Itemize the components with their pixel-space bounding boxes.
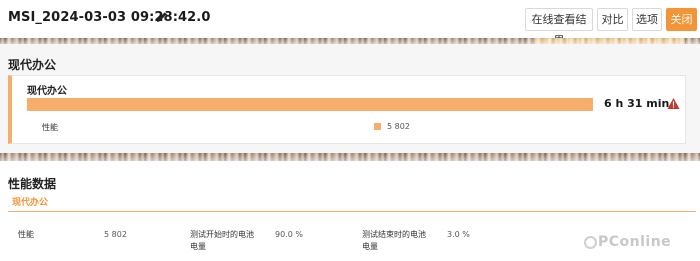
watermark-logo-icon bbox=[584, 236, 597, 249]
summary-section: 现代办公 现代办公 6 h 31 min 性能 5 802 bbox=[0, 44, 700, 153]
summary-section-title: 现代办公 bbox=[8, 58, 57, 72]
decorative-banner-middle bbox=[0, 153, 700, 161]
metric-label: 性能 bbox=[42, 123, 58, 132]
view-online-button[interactable]: 在线查看结果 bbox=[525, 8, 593, 47]
battery-duration: 6 h 31 min bbox=[604, 97, 670, 110]
edit-icon[interactable] bbox=[156, 11, 168, 23]
metric-value: 5 802 bbox=[387, 122, 410, 131]
row-value-battery-end: 3.0 % bbox=[447, 230, 470, 239]
options-button[interactable]: 选项 bbox=[632, 8, 662, 31]
row-value-battery-start: 90.0 % bbox=[275, 230, 303, 239]
watermark: PConline bbox=[598, 234, 672, 250]
performance-section-title: 性能数据 bbox=[8, 177, 57, 191]
result-title: MSI_2024-03-03 09:28:42.0 bbox=[8, 10, 211, 25]
close-button[interactable]: 关闭 bbox=[666, 8, 697, 31]
row-label-performance: 性能 bbox=[18, 230, 34, 239]
row-label-battery-end: 测试结束时的电池电量 bbox=[362, 230, 426, 251]
tab-underline bbox=[8, 211, 696, 212]
compare-button[interactable]: 对比 bbox=[597, 8, 628, 31]
row-value-performance: 5 802 bbox=[104, 230, 127, 239]
duration-bar-fill bbox=[27, 98, 593, 111]
row-label-battery-start: 测试开始时的电池电量 bbox=[190, 230, 254, 251]
card-title: 现代办公 bbox=[27, 86, 67, 97]
legend-swatch bbox=[374, 123, 381, 130]
header-bar: MSI_2024-03-03 09:28:42.0 在线查看结果 对比 选项 关… bbox=[0, 0, 700, 47]
benchmark-card[interactable]: 现代办公 6 h 31 min 性能 5 802 bbox=[8, 75, 686, 144]
warning-icon[interactable] bbox=[667, 97, 680, 110]
duration-bar bbox=[27, 98, 593, 111]
tab-modern-office[interactable]: 现代办公 bbox=[12, 195, 48, 208]
